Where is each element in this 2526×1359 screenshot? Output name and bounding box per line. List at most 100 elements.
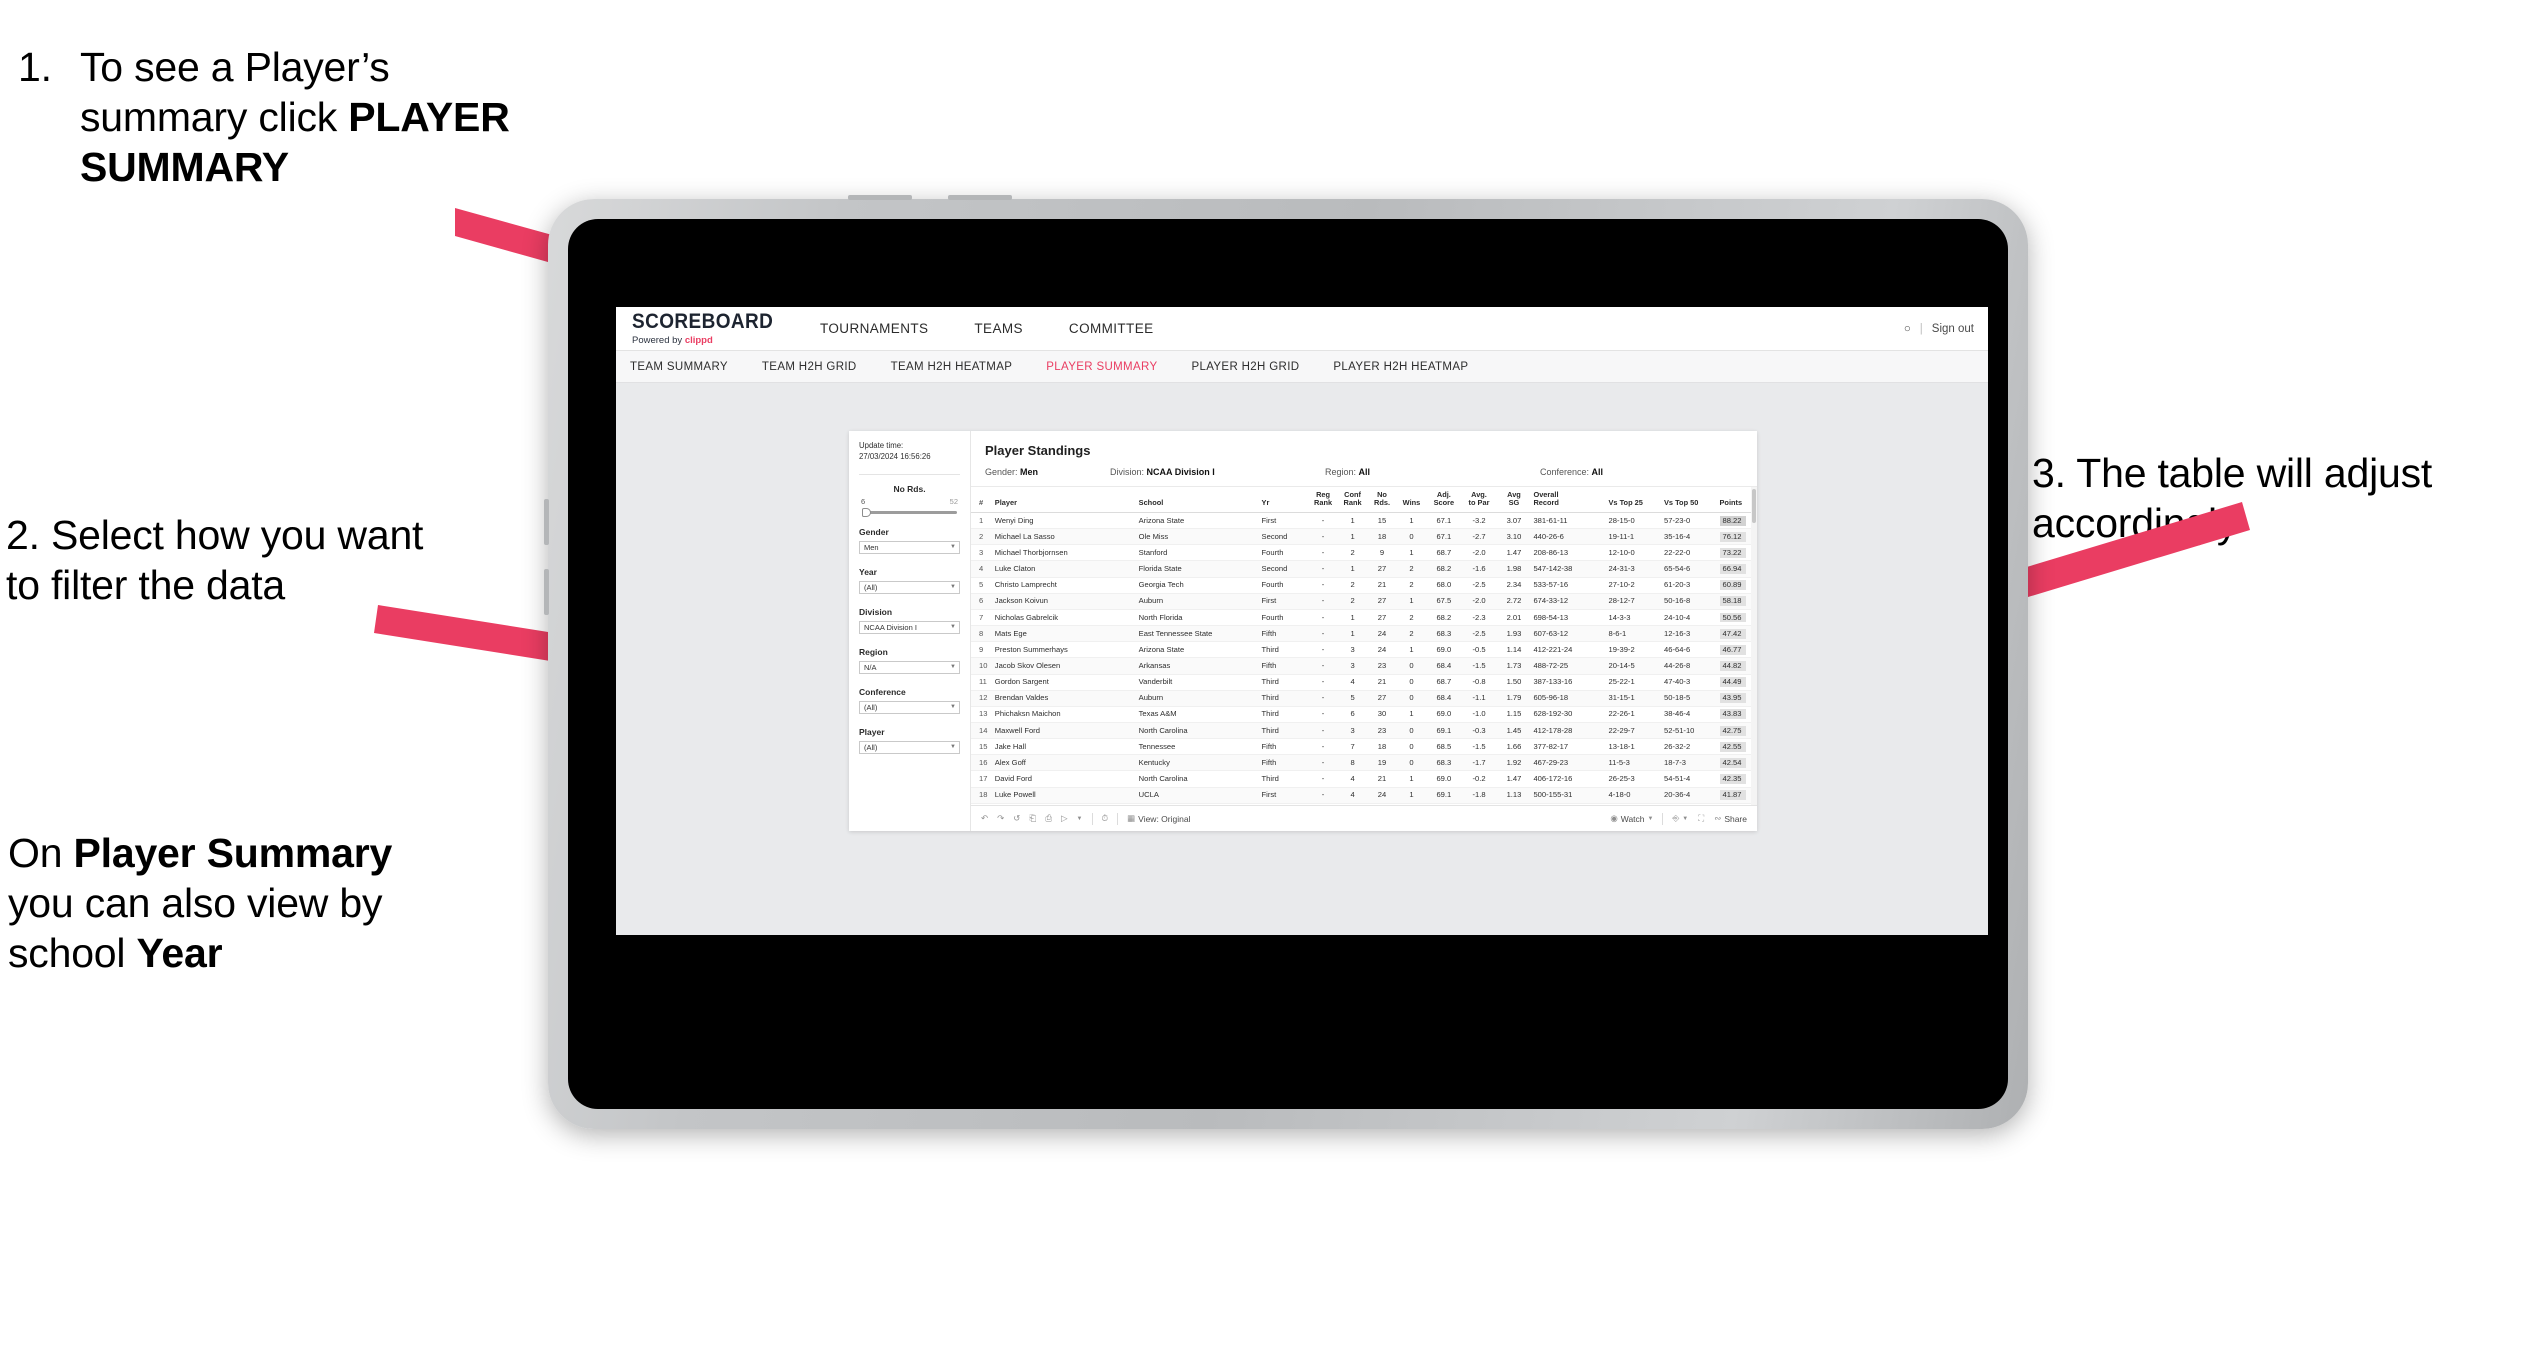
- fullscreen-icon[interactable]: ⛶: [1698, 813, 1704, 824]
- tab-team-summary[interactable]: TEAM SUMMARY: [630, 361, 728, 373]
- col-rank[interactable]: #: [971, 487, 993, 513]
- table-row[interactable]: 6 Jackson Koivun Auburn First -2 27 1 67.5 -2.0 2…: [971, 593, 1757, 610]
- dropdown-caret-icon[interactable]: ▼: [1077, 816, 1083, 822]
- table-row[interactable]: 3 Michael Thorbjornsen Stanford Fourth -2 9 1 6…: [971, 544, 1757, 562]
- table-row[interactable]: 4 Luke Claton Florida State Second -1 27 2 68.2…: [971, 560, 1757, 578]
- cell-player: Preston Summerhays: [992, 641, 1137, 659]
- col-overall-record[interactable]: Overall Record: [1531, 487, 1607, 513]
- conference-select[interactable]: (All) ▼: [859, 700, 960, 714]
- table-row[interactable]: 13 Phichaksn Maichon Texas A&M Third -6 30 1 69…: [971, 706, 1757, 724]
- table-row[interactable]: 15 Jake Hall Tennessee Fifth -7 18 0 68.5 -1.5 1.…: [971, 738, 1757, 756]
- download-icon[interactable]: ⎆: [1672, 813, 1679, 824]
- volume-down-button[interactable]: [544, 569, 549, 615]
- points-badge: 42.35: [1719, 774, 1746, 785]
- cell-num: 14: [971, 722, 993, 740]
- step-1-number: 1.: [18, 44, 52, 90]
- cell-rec: 605-96-18: [1531, 690, 1607, 707]
- division-select[interactable]: NCAA Division I ▼: [859, 620, 960, 634]
- col-adj-score[interactable]: Adj. Score: [1426, 487, 1462, 513]
- share-icon[interactable]: ∾: [1714, 813, 1721, 824]
- view-original-label[interactable]: View: Original: [1138, 814, 1190, 824]
- vertical-scrollbar[interactable]: [1751, 487, 1757, 805]
- col-player[interactable]: Player: [992, 487, 1137, 513]
- topnav-tournaments[interactable]: TOURNAMENTS: [820, 321, 928, 336]
- col-conf-rank[interactable]: Conf Rank: [1337, 487, 1368, 513]
- col-reg-rank[interactable]: Reg Rank: [1308, 487, 1338, 513]
- col-vs-top-50[interactable]: Vs Top 50: [1662, 487, 1718, 513]
- history-icon[interactable]: ⏱: [1102, 813, 1109, 824]
- top-button-secondary[interactable]: [948, 195, 1012, 200]
- table-row[interactable]: 14 Maxwell Ford North Carolina Third -3 23 0 69…: [971, 722, 1757, 740]
- power-button[interactable]: [848, 195, 912, 200]
- standings-table-scroll[interactable]: # Player School Yr Reg Rank Conf Rank No Rd…: [971, 487, 1757, 805]
- col-no-rds[interactable]: No Rds.: [1367, 487, 1397, 513]
- tab-player-summary[interactable]: PLAYER SUMMARY: [1046, 361, 1157, 373]
- table-row[interactable]: 18 Luke Powell UCLA First -4 24 1 69.1 -1.8 1.13 5…: [971, 787, 1757, 804]
- table-row[interactable]: 1 Wenyi Ding Arizona State First -1 15 1 67.1 -3…: [971, 512, 1757, 530]
- table-row[interactable]: 7 Nicholas Gabrelcik North Florida Fourth -1…: [971, 609, 1757, 627]
- col-wins[interactable]: Wins: [1396, 487, 1427, 513]
- tab-player-h2h-heatmap[interactable]: PLAYER H2H HEATMAP: [1333, 361, 1468, 373]
- table-row[interactable]: 5 Christo Lamprecht Georgia Tech Fourth -2 21…: [971, 577, 1757, 594]
- view-original-icon[interactable]: ▦: [1127, 813, 1135, 824]
- topnav-teams[interactable]: TEAMS: [974, 321, 1023, 336]
- brand-logo[interactable]: SCOREBOARD Powered by clippd: [632, 311, 774, 346]
- redo-icon[interactable]: ↷: [997, 813, 1004, 824]
- col-avg-to-par[interactable]: Avg. to Par: [1461, 487, 1497, 513]
- col-vs-top-25[interactable]: Vs Top 25: [1606, 487, 1662, 513]
- tab-team-h2h-grid[interactable]: TEAM H2H GRID: [762, 361, 857, 373]
- tab-team-h2h-heatmap[interactable]: TEAM H2H HEATMAP: [891, 361, 1013, 373]
- cell-t25: 20-14-5: [1606, 657, 1662, 675]
- table-row[interactable]: 9 Preston Summerhays Arizona State Third -3 2…: [971, 641, 1757, 659]
- col-yr[interactable]: Yr: [1259, 487, 1309, 513]
- chevron-down-icon[interactable]: ▼: [1682, 816, 1688, 822]
- summary-division-label: Division:: [1110, 467, 1145, 477]
- cell-yr: Third: [1259, 803, 1309, 805]
- division-label: Division: [859, 606, 893, 617]
- share-label[interactable]: Share: [1724, 814, 1747, 824]
- dashboard-board: Update time: 27/03/2024 16:56:26 No Rds.…: [849, 431, 1757, 831]
- watch-eye-icon[interactable]: ◉: [1610, 813, 1617, 824]
- year-select[interactable]: (All) ▼: [859, 580, 960, 594]
- sign-out-link[interactable]: Sign out: [1932, 323, 1974, 335]
- undo-icon[interactable]: ↶: [981, 813, 988, 824]
- region-select[interactable]: N/A ▼: [859, 660, 960, 674]
- stop-icon[interactable]: ▷: [1061, 813, 1068, 824]
- volume-up-button[interactable]: [544, 499, 549, 545]
- col-avg-sg[interactable]: Avg SG: [1496, 487, 1532, 513]
- table-row[interactable]: 11 Gordon Sargent Vanderbilt Third -4 21 0 68.7…: [971, 674, 1757, 691]
- watch-label[interactable]: Watch: [1621, 814, 1645, 824]
- scrollbar-thumb[interactable]: [1752, 489, 1756, 523]
- no-rds-slider-handle[interactable]: [862, 507, 871, 517]
- points-badge: 41.87: [1719, 790, 1746, 801]
- summary-conference-label: Conference:: [1540, 467, 1590, 477]
- cell-nr: 21: [1367, 770, 1397, 788]
- table-row[interactable]: 12 Brendan Valdes Auburn Third -5 27 0 68.4 -1.1…: [971, 690, 1757, 707]
- gender-select[interactable]: Men ▼: [859, 540, 960, 554]
- table-row[interactable]: 8 Mats Ege East Tennessee State Fifth -1 24 2 6…: [971, 625, 1757, 643]
- tab-player-h2h-grid[interactable]: PLAYER H2H GRID: [1191, 361, 1299, 373]
- chevron-down-icon[interactable]: ▼: [1648, 816, 1654, 822]
- cell-rec: 628-192-30: [1531, 706, 1607, 724]
- cell-yr: Third: [1259, 641, 1309, 659]
- topnav-committee[interactable]: COMMITTEE: [1069, 321, 1154, 336]
- cell-player: Christo Lamprecht: [992, 577, 1137, 594]
- cell-t25: 25-22-1: [1606, 674, 1662, 691]
- cell-yr: Fourth: [1259, 577, 1309, 594]
- revert-icon[interactable]: ↺: [1013, 813, 1020, 824]
- cell-cr: 4: [1337, 787, 1368, 804]
- pause-icon[interactable]: ⎙: [1045, 813, 1052, 824]
- table-row[interactable]: 10 Jacob Skov Olesen Arkansas Fifth -3 23 0 68.…: [971, 657, 1757, 675]
- refresh-data-icon[interactable]: ⎗: [1029, 813, 1036, 824]
- conference-label: Conference: [859, 686, 906, 697]
- col-school[interactable]: School: [1136, 487, 1260, 513]
- table-row[interactable]: 2 Michael La Sasso Ole Miss Second -1 18 0 67.1…: [971, 528, 1757, 546]
- cell-player: Phichaksn Maichon: [992, 706, 1137, 724]
- table-row[interactable]: 17 David Ford North Carolina Third -4 21 1 69.0…: [971, 770, 1757, 788]
- player-select[interactable]: (All) ▼: [859, 740, 960, 754]
- no-rds-slider[interactable]: [862, 507, 957, 517]
- account-avatar-icon[interactable]: ○: [1904, 323, 1911, 335]
- table-row[interactable]: 16 Alex Goff Kentucky Fifth -8 19 0 68.3 -1.7 1.9…: [971, 754, 1757, 772]
- table-row[interactable]: 19Tiger ChristensenArizonaThird-523269.2…: [971, 803, 1757, 805]
- cell-player: Brendan Valdes: [992, 690, 1137, 707]
